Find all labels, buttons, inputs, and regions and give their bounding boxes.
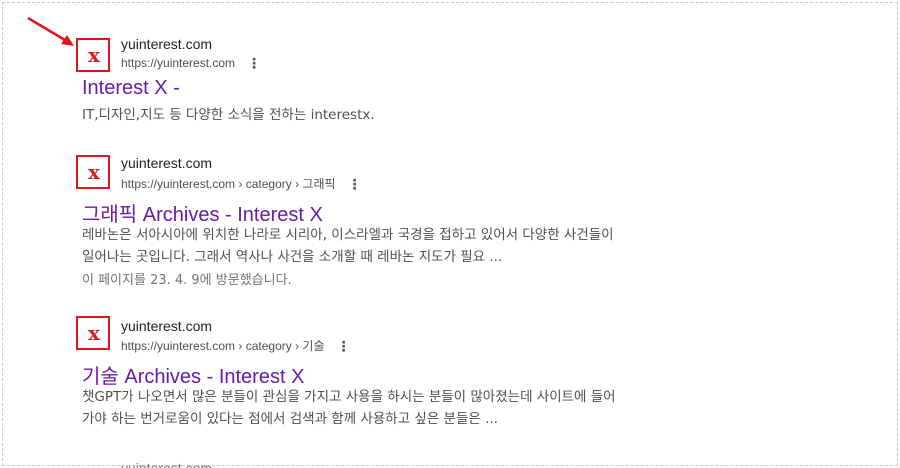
snippet-line: 챗GPT가 나오면서 많은 분들이 관심을 가지고 사용을 하시는 분들이 많아… (82, 389, 616, 405)
site-name[interactable]: yuinterest.com (121, 36, 212, 52)
favicon-x-icon: x (88, 160, 100, 184)
more-options-icon[interactable]: ⋮ (336, 338, 350, 355)
result-title-link[interactable]: Interest X - (82, 77, 180, 100)
snippet-line: IT,디자인,지도 등 다양한 소식을 전하는 interestx. (82, 107, 375, 123)
result-title-link[interactable]: 기술 Archives - Interest X (82, 360, 304, 389)
more-options-icon[interactable]: ⋮ (348, 176, 362, 193)
site-url[interactable]: https://yuinterest.com › category › 기술 ⋮ (121, 337, 350, 355)
result-snippet: 챗GPT가 나오면서 많은 분들이 관심을 가지고 사용을 하시는 분들이 많아… (82, 386, 616, 430)
site-favicon[interactable]: x (76, 155, 110, 189)
site-favicon[interactable]: x (76, 316, 110, 350)
site-url[interactable]: https://yuinterest.com › category › 그래픽 ⋮ (121, 175, 362, 193)
snippet-line: 가야 하는 번거로움이 있다는 점에서 검색과 함께 사용하고 싶은 분들은 .… (82, 411, 498, 427)
result-title-link[interactable]: 그래픽 Archives - Interest X (82, 198, 323, 227)
site-name[interactable]: yuinterest.com (121, 155, 212, 171)
search-result-4-partial: yuinterest.com (80, 458, 900, 468)
site-name[interactable]: yuinterest.com (121, 318, 212, 334)
result-snippet: IT,디자인,지도 등 다양한 소식을 전하는 interestx. (82, 104, 375, 126)
site-name[interactable]: yuinterest.com (121, 460, 212, 468)
site-url[interactable]: https://yuinterest.com ⋮ (121, 55, 261, 72)
favicon-x-icon: x (88, 321, 100, 345)
more-options-icon[interactable]: ⋮ (247, 55, 261, 72)
site-favicon[interactable]: x (76, 38, 110, 72)
site-url-text: https://yuinterest.com › category › 기술 (121, 339, 325, 353)
snippet-line: 레바논은 서아시아에 위치한 나라로 시리아, 이스라엘과 국경을 접하고 있어… (82, 227, 614, 243)
snippet-line: 일어나는 곳입니다. 그래서 역사나 사건을 소개할 때 레바논 지도가 필요 … (82, 249, 503, 265)
result-snippet: 레바논은 서아시아에 위치한 나라로 시리아, 이스라엘과 국경을 접하고 있어… (82, 224, 614, 268)
visited-note: 이 페이지를 23. 4. 9에 방문했습니다. (82, 273, 292, 288)
site-url-text: https://yuinterest.com (121, 56, 236, 70)
favicon-x-icon: x (88, 43, 100, 67)
site-url-text: https://yuinterest.com › category › 그래픽 (121, 177, 336, 191)
annotation-arrow-icon (27, 16, 74, 46)
